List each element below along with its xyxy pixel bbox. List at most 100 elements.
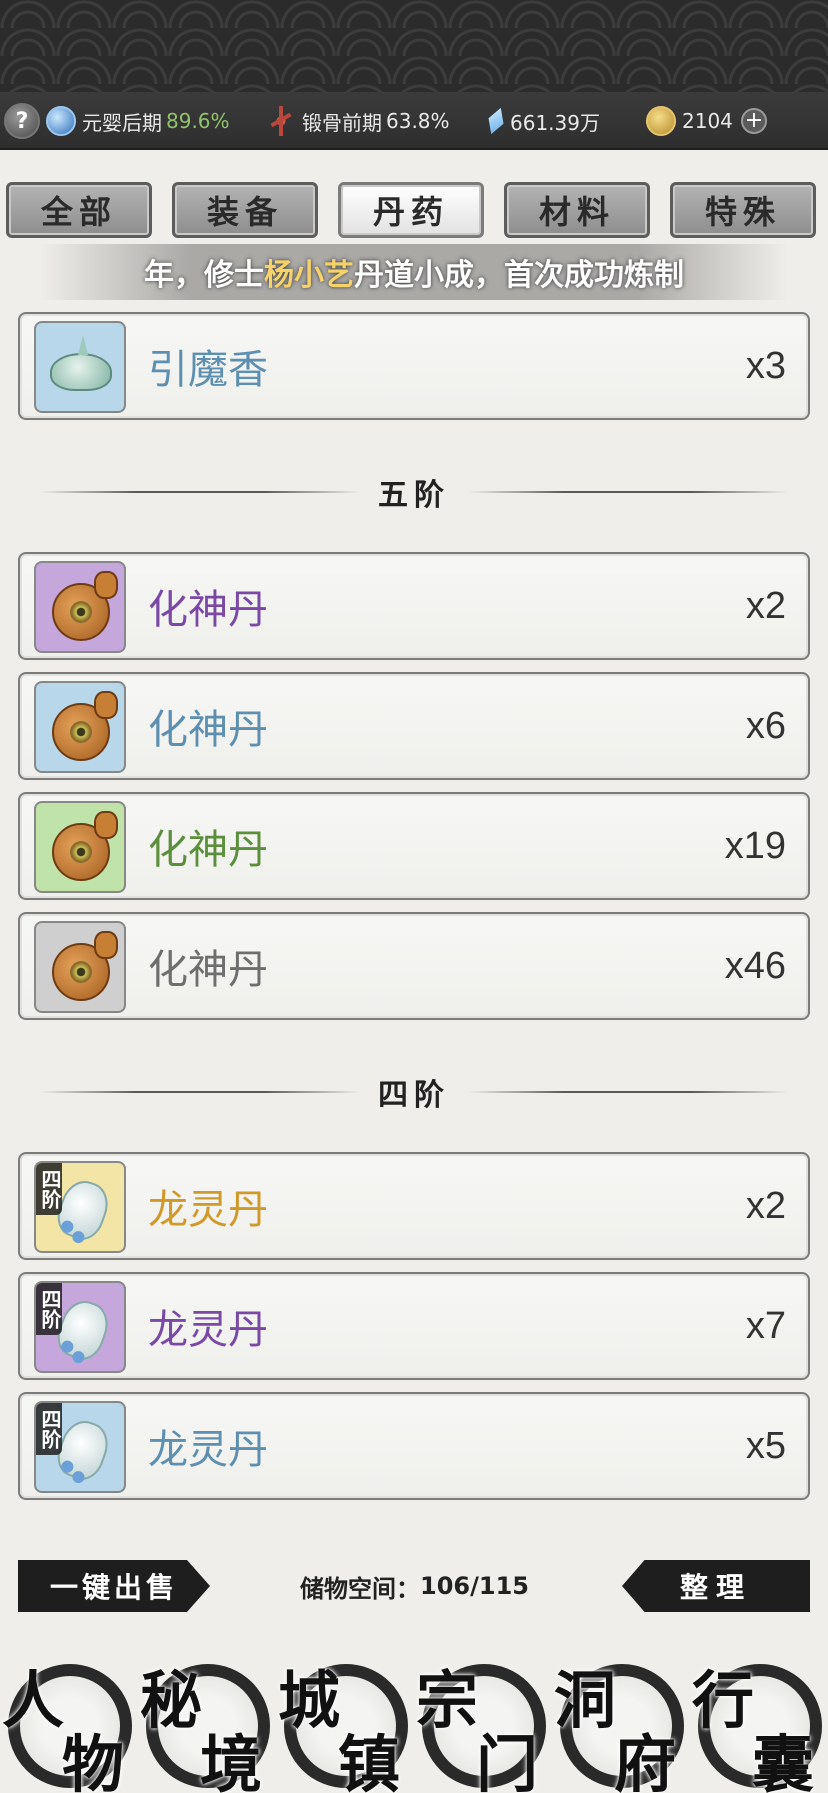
nav-secret-realm[interactable]: 秘 境 [138, 1650, 276, 1793]
list-item[interactable]: 化神丹 x19 [18, 792, 810, 900]
nav-char-1: 行 [692, 1664, 755, 1737]
gourd-icon [52, 691, 118, 761]
nav-town[interactable]: 城 镇 [276, 1650, 414, 1793]
tier-divider: 五阶 [40, 472, 788, 513]
item-quantity: x46 [724, 944, 786, 987]
item-quantity: x5 [745, 1424, 786, 1467]
tier-tag: 四阶 [36, 1283, 62, 1335]
gold-stat[interactable]: 2104 + [646, 92, 767, 150]
sell-all-button[interactable]: 一键出售 [18, 1560, 210, 1612]
tier-divider: 四阶 [40, 1072, 788, 1113]
item-name: 引魔香 [148, 347, 268, 393]
status-bar: ? 元婴后期 89.6% 锻骨前期 63.8% 661.39万 2104 + [0, 92, 828, 150]
gold-value: 2104 [682, 109, 733, 133]
nav-char-2: 镇 [338, 1728, 401, 1793]
marquee-player-name: 杨小艺 [264, 258, 354, 293]
item-icon-frame [34, 921, 126, 1013]
tier-tag: 四阶 [36, 1163, 62, 1215]
tab-special[interactable]: 特殊 [670, 182, 816, 238]
item-name: 化神丹 [148, 947, 268, 993]
item-name: 化神丹 [148, 707, 268, 753]
realm-stat[interactable]: 元婴后期 89.6% [46, 92, 230, 150]
nav-char-2: 境 [200, 1728, 263, 1793]
divider-line [40, 491, 360, 493]
tier-tag: 四阶 [36, 1403, 62, 1455]
nav-char-1: 人 [2, 1664, 65, 1737]
nav-inventory[interactable]: 行 囊 [690, 1650, 828, 1793]
list-item[interactable]: 四阶 龙灵丹 x2 [18, 1152, 810, 1260]
storage-value: 106/115 [420, 1572, 529, 1600]
nav-char-1: 洞 [554, 1664, 617, 1737]
gourd-icon [52, 811, 118, 881]
item-icon-frame [34, 321, 126, 413]
item-icon-frame: 四阶 [34, 1281, 126, 1373]
item-quantity: x6 [745, 704, 786, 747]
help-icon[interactable]: ? [4, 103, 40, 139]
category-tabs: 全部 装备 丹药 材料 特殊 [6, 182, 824, 240]
nav-char-1: 秘 [140, 1664, 203, 1737]
inventory-footer: 一键出售 储物空间： 106/115 整理 [0, 1548, 828, 1628]
nav-char-1: 宗 [416, 1664, 479, 1737]
incense-burner-icon [50, 353, 112, 391]
item-icon-frame: 四阶 [34, 1161, 126, 1253]
tab-equipment[interactable]: 装备 [172, 182, 318, 238]
list-item[interactable]: 四阶 龙灵丹 x5 [18, 1392, 810, 1500]
item-quantity: x2 [745, 584, 786, 627]
item-name: 化神丹 [148, 587, 268, 633]
body-percent: 63.8% [386, 109, 450, 133]
list-item[interactable]: 化神丹 x46 [18, 912, 810, 1020]
nav-sect[interactable]: 宗 门 [414, 1650, 552, 1793]
gourd-icon [52, 571, 118, 641]
nav-char-2: 囊 [752, 1728, 815, 1793]
marquee-text-pre: 年，修士 [144, 258, 264, 293]
storage-capacity: 储物空间： 106/115 [300, 1560, 529, 1612]
nav-char-2: 物 [62, 1728, 125, 1793]
tab-all[interactable]: 全部 [6, 182, 152, 238]
nav-character[interactable]: 人 物 [0, 1650, 138, 1793]
list-item[interactable]: 引魔香 x3 [18, 312, 810, 420]
yin-yang-icon [46, 106, 76, 136]
item-icon-frame [34, 801, 126, 893]
help-button[interactable]: ? [4, 92, 40, 150]
item-quantity: x19 [724, 824, 786, 867]
nav-char-1: 城 [278, 1664, 341, 1737]
item-name: 龙灵丹 [148, 1427, 268, 1473]
coin-icon [646, 106, 676, 136]
divider-line [40, 1091, 360, 1093]
item-name: 龙灵丹 [148, 1187, 268, 1233]
bone-icon [266, 106, 296, 136]
divider-line [468, 491, 788, 493]
add-currency-button[interactable]: + [740, 108, 767, 134]
nav-char-2: 府 [614, 1728, 677, 1793]
bottom-navigation: 人 物 秘 境 城 镇 宗 门 洞 府 行 囊 [0, 1650, 828, 1793]
item-quantity: x2 [745, 1184, 786, 1227]
body-stat[interactable]: 锻骨前期 63.8% [266, 92, 450, 150]
item-icon-frame [34, 681, 126, 773]
storage-label: 储物空间： [300, 1574, 420, 1603]
tier-label: 五阶 [378, 478, 450, 513]
announcement-marquee: 年，修士 杨小艺 丹道小成，首次成功炼制 [40, 244, 788, 300]
list-item[interactable]: 化神丹 x2 [18, 552, 810, 660]
list-item[interactable]: 四阶 龙灵丹 x7 [18, 1272, 810, 1380]
realm-percent: 89.6% [166, 109, 230, 133]
item-quantity: x3 [745, 344, 786, 387]
item-quantity: x7 [745, 1304, 786, 1347]
gourd-icon [52, 931, 118, 1001]
marquee-text-post: 丹道小成，首次成功炼制 [354, 258, 684, 293]
nav-cave-dwelling[interactable]: 洞 府 [552, 1650, 690, 1793]
tier-label: 四阶 [378, 1078, 450, 1113]
header-pattern [0, 0, 828, 92]
list-item[interactable]: 化神丹 x6 [18, 672, 810, 780]
item-name: 龙灵丹 [148, 1307, 268, 1353]
body-label: 锻骨前期 [302, 110, 382, 135]
nav-char-2: 门 [476, 1728, 539, 1793]
tab-materials[interactable]: 材料 [504, 182, 650, 238]
sort-button[interactable]: 整理 [622, 1560, 810, 1612]
spirit-stone-value: 661.39万 [510, 110, 600, 135]
crystal-icon [484, 105, 509, 137]
tab-pills[interactable]: 丹药 [338, 182, 484, 238]
item-name: 化神丹 [148, 827, 268, 873]
spirit-stone-stat[interactable]: 661.39万 [488, 92, 600, 150]
item-icon-frame: 四阶 [34, 1401, 126, 1493]
divider-line [468, 1091, 788, 1093]
